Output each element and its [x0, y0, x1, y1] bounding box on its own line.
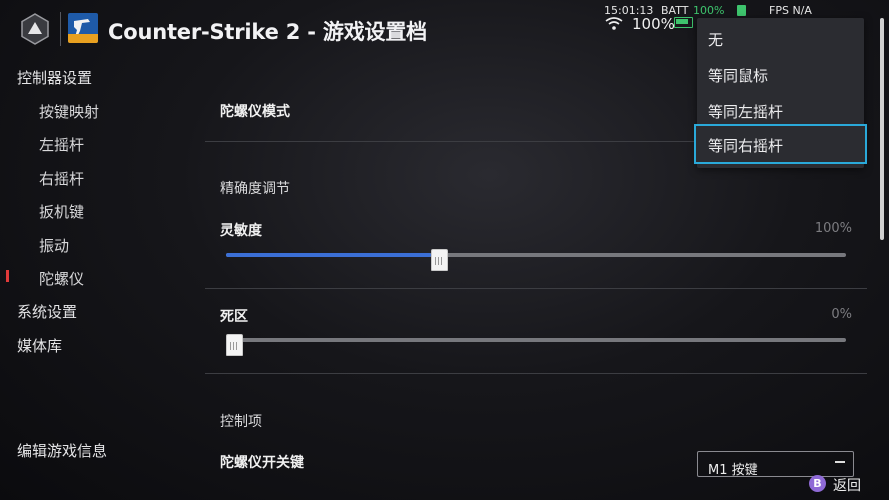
controls-section-label: 控制项 — [220, 414, 262, 430]
edit-game-info-link[interactable]: 编辑游戏信息 — [17, 440, 107, 461]
battery-icon — [674, 17, 693, 28]
sidebar-item-controller-settings[interactable]: 控制器设置 — [17, 67, 92, 88]
dropdown-option-none[interactable]: 无 — [697, 20, 864, 56]
sidebar-item-media-library[interactable]: 媒体库 — [17, 335, 62, 356]
sensitivity-slider-fill — [226, 253, 431, 257]
sensitivity-label: 灵敏度 — [220, 223, 262, 239]
dropdown-option-mouse[interactable]: 等同鼠标 — [697, 56, 864, 92]
sidebar-item-triggers[interactable]: 扳机键 — [39, 201, 84, 222]
scrollbar[interactable] — [880, 18, 884, 240]
gyro-toggle-value: M1 按键 — [708, 463, 758, 478]
deadzone-slider-track[interactable] — [226, 338, 846, 342]
divider — [205, 288, 867, 289]
sensitivity-slider-thumb[interactable] — [430, 249, 448, 271]
sidebar-item-vibration[interactable]: 振动 — [39, 235, 69, 256]
counter-strike-icon — [68, 13, 98, 43]
deadzone-value: 0% — [831, 307, 852, 322]
option-label: 等同鼠标 — [708, 67, 769, 85]
sensitivity-value: 100% — [814, 221, 852, 236]
dropdown-option-right-stick[interactable]: 等同右摇杆 — [694, 124, 867, 164]
chevron-down-icon — [835, 461, 845, 463]
header-divider — [60, 12, 61, 46]
page-title: Counter-Strike 2 - 游戏设置档 — [108, 20, 427, 44]
wifi-icon — [605, 17, 623, 30]
gyro-toggle-label: 陀螺仪开关键 — [220, 455, 304, 471]
sidebar-item-key-mapping[interactable]: 按键映射 — [39, 101, 99, 122]
deadzone-slider-thumb[interactable] — [226, 334, 243, 356]
option-label: 等同左摇杆 — [708, 103, 784, 121]
divider — [205, 373, 867, 374]
hexagon-logo-icon — [21, 13, 49, 45]
option-label: 等同右摇杆 — [708, 137, 784, 155]
plug-icon — [737, 5, 746, 16]
fps-text: FPS N/A — [769, 4, 812, 17]
deadzone-label: 死区 — [220, 309, 248, 325]
gyro-mode-dropdown: 无 等同鼠标 等同左摇杆 等同右摇杆 — [694, 18, 867, 168]
sidebar-item-gyro[interactable]: 陀螺仪 — [39, 268, 84, 289]
sensitivity-slider-track[interactable] — [226, 253, 846, 257]
active-indicator — [6, 270, 9, 282]
sidebar-item-right-stick[interactable]: 右摇杆 — [39, 168, 84, 189]
gyro-mode-label: 陀螺仪模式 — [220, 104, 290, 120]
precision-section-label: 精确度调节 — [220, 181, 290, 197]
option-label: 无 — [708, 31, 724, 49]
volume-percent: 100% — [632, 15, 675, 33]
back-button[interactable]: 返回 — [833, 475, 861, 495]
sidebar-item-system-settings[interactable]: 系统设置 — [17, 301, 77, 322]
sidebar-item-left-stick[interactable]: 左摇杆 — [39, 134, 84, 155]
battery-percent: 100% — [693, 4, 725, 17]
gyro-toggle-select[interactable]: M1 按键 — [697, 451, 854, 478]
dropdown-option-left-stick[interactable]: 等同左摇杆 — [697, 92, 864, 128]
b-button-icon[interactable]: B — [809, 475, 826, 492]
